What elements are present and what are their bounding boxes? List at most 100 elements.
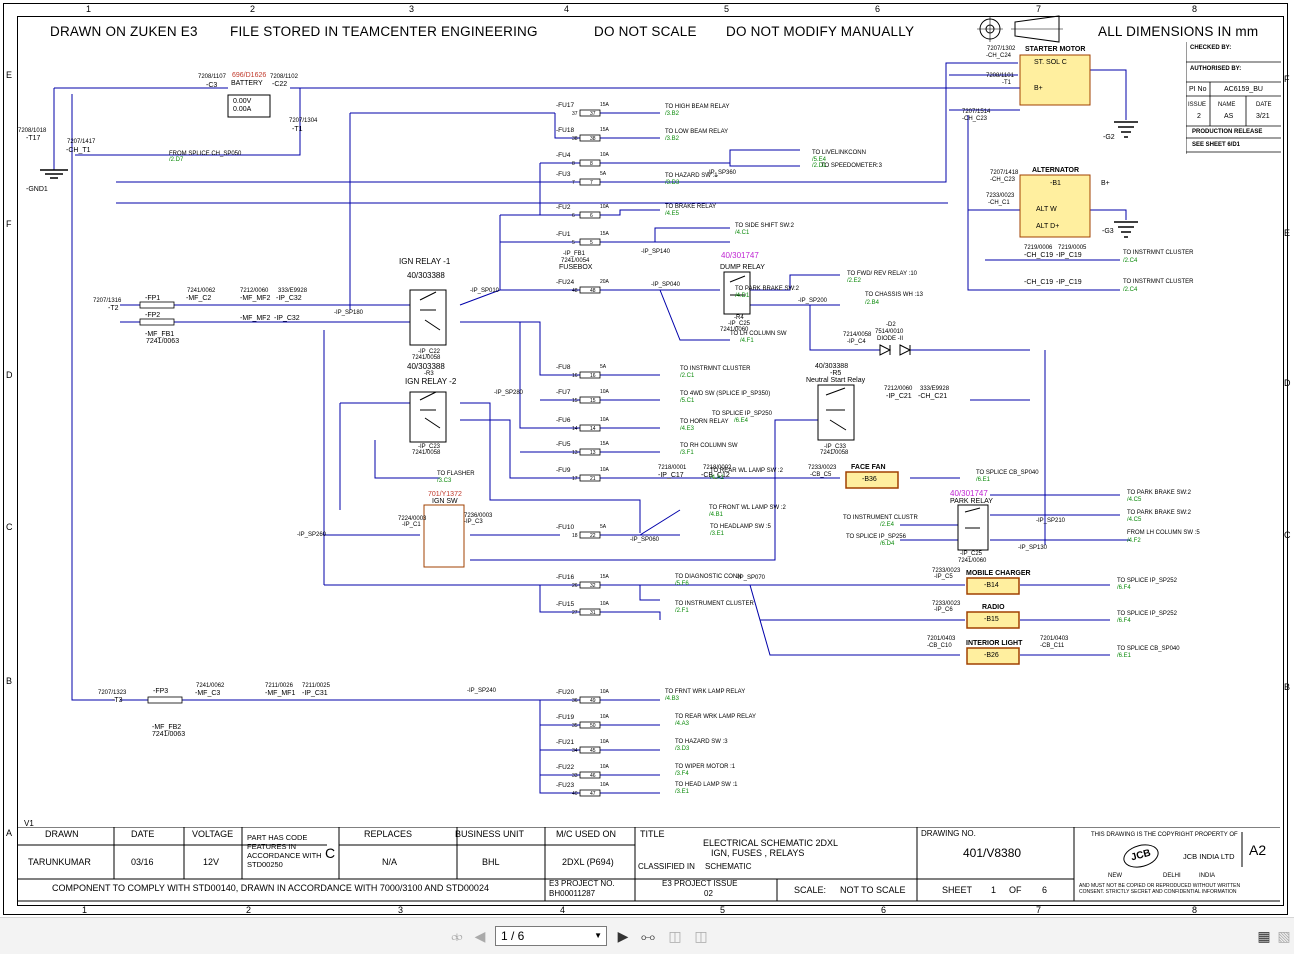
fuse-ref: /3.B2 [665,136,680,142]
schematic-diagram [40,54,1138,797]
ignsw-title: IGN SW [432,498,458,505]
ipc21p: 7212/0060 [884,386,913,392]
fuse-pin-in: 13 [572,450,578,456]
date: 3/21 [1256,113,1270,120]
fuse-pin-out: 32 [590,583,596,589]
instr: TO INSTRMNT CLUSTER [1123,250,1194,256]
fuse-ref: /3.D3 [665,180,680,186]
tb-of-label: OF [1009,885,1022,895]
fuse-rating: 10A [600,714,609,720]
c22-part: 7208/1102 [270,74,298,80]
interior-cp: 7201/0403 [927,636,956,642]
interior-ref: /6.E1 [1117,653,1132,659]
fuse-pin-in: 17 [572,476,578,482]
fp2: -FP2 [145,312,161,319]
fuse-ref: /5.F6 [675,581,689,587]
fuse-pin-out: 22 [590,533,596,539]
park-part: 40/301747 [950,489,988,498]
fuse-rating: 10A [600,739,609,745]
fuse-id: -FU6 [556,417,571,424]
facefan-to: TO SPLICE CB_SP040 [976,470,1039,476]
sp130: -IP_SP130 [1018,545,1048,551]
single-page-icon[interactable]: ▦ [1255,927,1273,945]
t17-label: -T17 [26,135,41,142]
page-select[interactable]: 1 / 6 ▼ [495,926,607,946]
fuse-destination: TO DIAGNOSTIC CONN [675,574,742,580]
radio-ref: /6.F4 [1117,618,1131,624]
facefan-title: FACE FAN [851,464,886,471]
fuse-ref: /4.D1 [735,293,750,299]
fuse-rating: 15A [600,102,609,108]
fuse-destination: TO HIGH BEAM RELAY [665,104,730,110]
fuse-pin-out: 49 [590,698,596,704]
fuse-rating: 10A [600,601,609,607]
ipc19: -IP_C19 [1056,252,1082,259]
revision-panel [1186,42,1281,154]
fuse-pin-out: 31 [590,610,596,616]
fuse-pin-in: 37 [572,111,578,117]
fuse-ref: /4.A3 [675,721,690,727]
fuse-destination: TO INSTRUMENT CLUSTER [675,601,754,607]
mobile-c: -IP_C5 [934,574,953,580]
fuse-ref: /4.E3 [680,426,695,432]
splice256-ref: /6.D4 [880,541,895,547]
interior-title: INTERIOR LIGHT [966,640,1023,647]
alt-g3: -G3 [1102,228,1114,235]
fuse-rating: 20A [600,279,609,285]
tb-title-2: IGN, FUSES , RELAYS [711,848,805,858]
tb-company: JCB INDIA LTD [1183,852,1235,861]
c17p: 7218/0001 [658,465,687,471]
ign1-title: IGN RELAY -1 [399,257,451,266]
fuse-pin-out: 37 [590,111,596,117]
fuse-ref: /3.F4 [675,771,689,777]
tb-bu-label: BUSINESS UNIT [455,829,525,839]
mfmf1p: 7211/0026 [265,683,293,689]
two-page-icon[interactable]: ◫ [666,927,684,945]
tb-part-code: PART HAS CODE FEATURES IN ACCORDANCE WIT… [247,833,322,869]
prev-page-icon[interactable]: ◀ [471,927,489,945]
fuse-pin-in: 48 [572,288,578,294]
fusebox-fb1: -IP_FB1 [563,251,586,257]
ignsw-c3: -IP_C3 [464,519,483,525]
fuse-ref: /4.E5 [665,211,680,217]
dump-title: DUMP RELAY [720,264,765,271]
splice250-ref: /6.E4 [734,418,749,424]
fuse-ref: /3.B2 [665,111,680,117]
lhcol-ref: /4.F1 [740,338,754,344]
tb-date-label: DATE [131,829,155,839]
radio-id: -B15 [984,616,999,623]
fwd-ref: /2.E2 [847,278,862,284]
last-page-icon[interactable]: ⧟ [639,927,657,945]
next-page-icon[interactable]: ▶ [614,927,632,945]
first-page-icon[interactable]: ⧞ [448,927,466,945]
mobile-title: MOBILE CHARGER [966,570,1031,577]
fuse-id: -FU2 [556,204,571,211]
fuse-pin-in: 36 [572,698,578,704]
park-sw2-ref: /4.C5 [1127,517,1142,523]
fp1: -FP1 [145,295,161,302]
fuse-ref: /3.E1 [675,789,690,795]
mfc2p: 7241/0062 [187,288,216,294]
cht1-part: 7207/1417 [67,139,96,145]
alt-c1p: 7233/0023 [986,193,1015,199]
fuse-pin-out: 48 [590,288,596,294]
fuse-id: -FU3 [556,171,571,178]
fp3: -FP3 [153,688,169,695]
fuse-id: -FU22 [556,764,575,771]
tb-scale-label: SCALE: [794,885,827,895]
mffb2pn: 7241/0063 [152,731,186,738]
fuse-pin-out: 6 [590,213,593,219]
grid-view-icon[interactable]: ▧ [1275,927,1293,945]
tb-sheet-total: 6 [1042,885,1048,895]
fuse-destination: TO HAZARD SW :3 [675,739,728,745]
starter-t1p: 7208/1101 [986,73,1014,79]
mobile-id: -B14 [984,582,999,589]
starter-t1: -T1 [1002,80,1011,86]
tb-copyright: THIS DRAWING IS THE COPYRIGHT PROPERTY O… [1091,832,1238,838]
continuous-icon[interactable]: ◫ [692,927,710,945]
fuse-id: -FU18 [556,127,575,134]
tb-replaces: N/A [382,857,398,867]
fuse-destination: TO WIPER MOTOR :1 [675,764,736,770]
fuse-pin-in: 27 [572,610,578,616]
mfmf2: -MF_MF2 [240,295,271,302]
